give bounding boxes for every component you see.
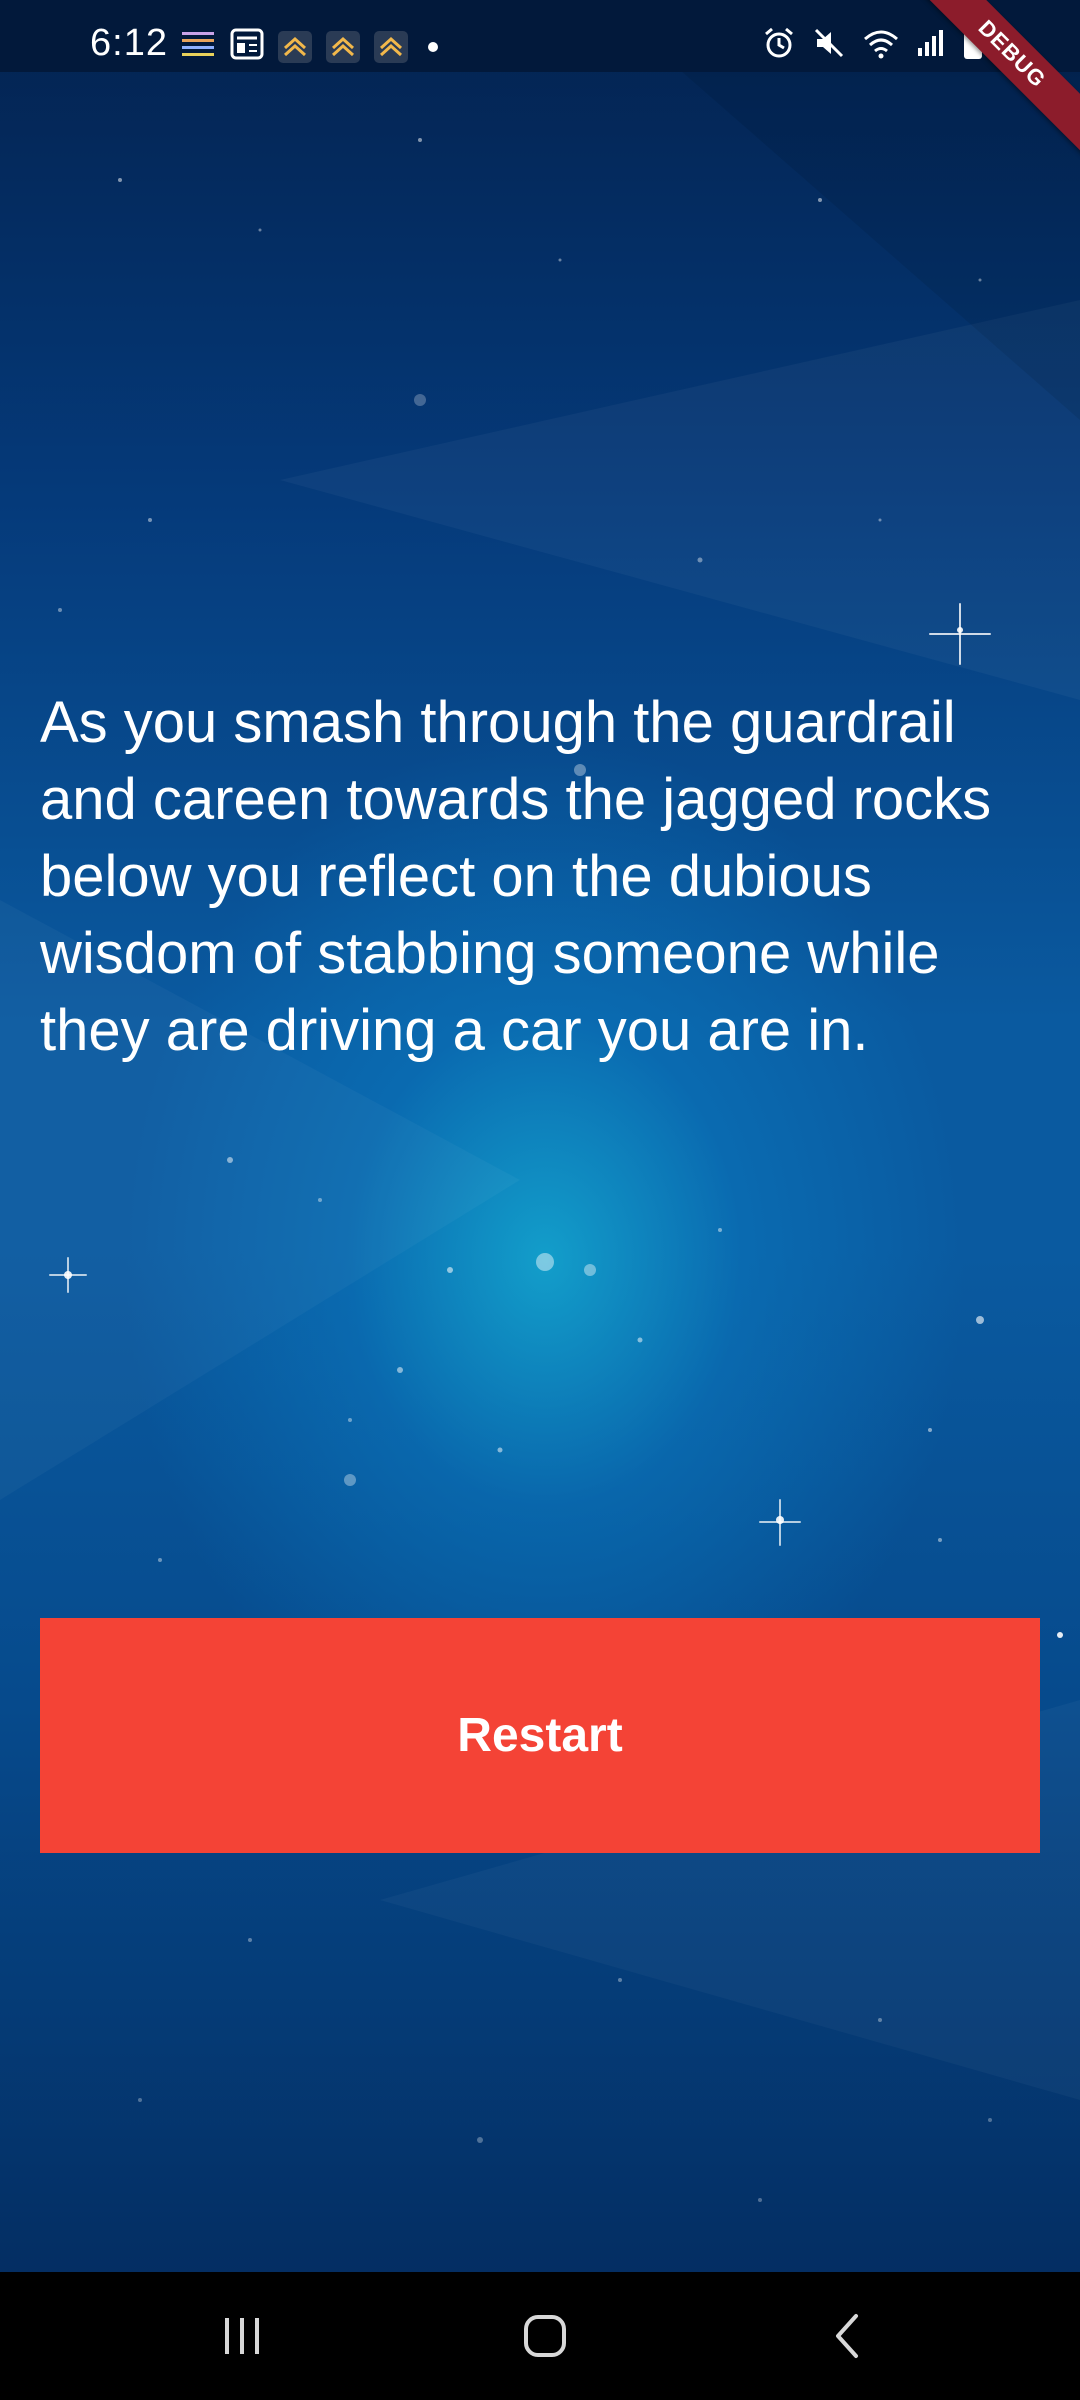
signal-icon — [916, 28, 946, 63]
notification-icons — [180, 28, 438, 65]
starfield — [49, 0, 1080, 2202]
home-button[interactable] — [485, 2296, 605, 2376]
wifi-icon — [862, 27, 900, 64]
fan-app-icon — [278, 30, 312, 63]
home-icon — [524, 2315, 566, 2357]
recents-button[interactable] — [182, 2296, 302, 2376]
alarm-icon — [762, 26, 796, 65]
fan-app-icon — [374, 30, 408, 63]
more-dot-icon — [428, 41, 438, 52]
navigation-bar — [0, 2272, 1080, 2400]
fan-app-icon — [326, 30, 360, 63]
app-screen: 6:12 DEBUG As you smash through the guar… — [0, 0, 1080, 2400]
back-icon — [836, 2314, 858, 2358]
news-icon — [230, 28, 264, 65]
space-background — [0, 0, 1080, 2272]
story-text: As you smash through the guardrail and c… — [40, 690, 992, 1063]
restart-button[interactable]: Restart — [40, 1618, 1040, 1853]
app-notification-icon — [180, 28, 216, 65]
back-button[interactable] — [788, 2296, 908, 2376]
recents-icon — [225, 2318, 259, 2354]
status-bar: 6:12 — [0, 0, 1080, 72]
system-icons — [762, 26, 984, 65]
status-time: 6:12 — [90, 22, 168, 64]
mute-icon — [812, 26, 846, 65]
